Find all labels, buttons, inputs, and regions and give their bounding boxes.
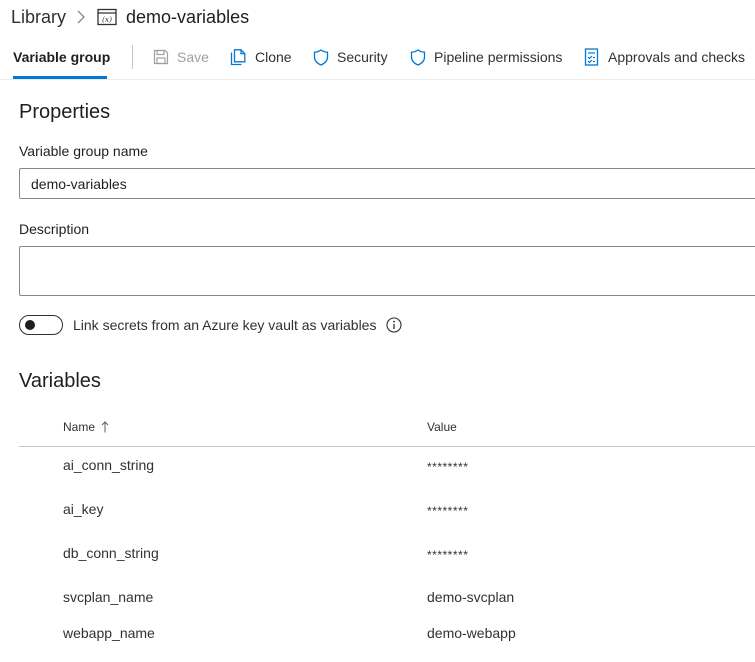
variable-value: ******** [427, 504, 469, 518]
table-row[interactable]: ai_key ******** [19, 492, 755, 532]
toolbar-divider [132, 45, 133, 69]
table-row[interactable]: ai_conn_string ******** [19, 448, 755, 488]
variable-value: demo-webapp [427, 625, 516, 641]
variable-name: db_conn_string [63, 545, 159, 561]
variable-value: ******** [427, 460, 469, 474]
chevron-right-icon [70, 6, 92, 28]
column-header-name[interactable]: Name [63, 420, 109, 434]
variables-heading: Variables [19, 370, 101, 392]
variable-name: ai_key [63, 501, 104, 517]
tab-variable-group[interactable]: Variable group [13, 48, 110, 70]
shield-icon [410, 48, 426, 66]
save-icon [153, 49, 169, 65]
save-button-label: Save [177, 49, 209, 65]
checklist-icon [584, 48, 599, 66]
approvals-checks-label: Approvals and checks [608, 49, 745, 65]
shield-icon [313, 48, 329, 66]
column-header-value: Value [427, 420, 457, 434]
variable-name: webapp_name [63, 625, 155, 641]
tab-active-indicator [13, 76, 107, 79]
variable-name: svcplan_name [63, 589, 154, 605]
toolbar: Variable group Save Clone Security Pipel… [0, 40, 755, 80]
variable-value: demo-svcplan [427, 589, 515, 605]
variable-group-name-input[interactable] [19, 168, 755, 199]
variable-value: ******** [427, 548, 469, 562]
table-row[interactable]: svcplan_name demo-svcplan [19, 580, 755, 620]
variable-name: ai_conn_string [63, 457, 155, 473]
variable-group-name-label: Variable group name [19, 143, 148, 159]
table-row[interactable]: webapp_name demo-webapp [19, 616, 755, 656]
keyvault-toggle-label: Link secrets from an Azure key vault as … [73, 317, 377, 333]
svg-text:(x): (x) [102, 15, 112, 24]
info-icon[interactable] [386, 317, 402, 333]
description-label: Description [19, 221, 90, 237]
clone-button[interactable]: Clone [230, 46, 292, 68]
security-button-label: Security [337, 49, 388, 65]
description-input[interactable] [19, 246, 755, 296]
breadcrumb-library-link[interactable]: Library [11, 7, 66, 28]
pipeline-permissions-label: Pipeline permissions [434, 49, 563, 65]
variables-table-header: Name Value [19, 410, 755, 447]
security-button[interactable]: Security [313, 46, 388, 68]
clone-button-label: Clone [255, 49, 292, 65]
properties-heading: Properties [19, 101, 111, 123]
sort-ascending-icon [101, 421, 109, 433]
toggle-knob [25, 320, 35, 330]
pipeline-permissions-button[interactable]: Pipeline permissions [410, 46, 562, 68]
keyvault-toggle[interactable] [19, 315, 63, 335]
breadcrumb-current: demo-variables [126, 6, 250, 27]
approvals-checks-button[interactable]: Approvals and checks [584, 46, 745, 68]
breadcrumb: Library (x) demo-variables [11, 5, 249, 29]
column-header-value-label: Value [427, 420, 457, 434]
column-header-name-label: Name [63, 420, 96, 434]
clone-icon [230, 48, 246, 65]
variable-group-icon: (x) [96, 6, 118, 28]
table-row[interactable]: db_conn_string ******** [19, 536, 755, 576]
save-button[interactable]: Save [153, 46, 209, 68]
